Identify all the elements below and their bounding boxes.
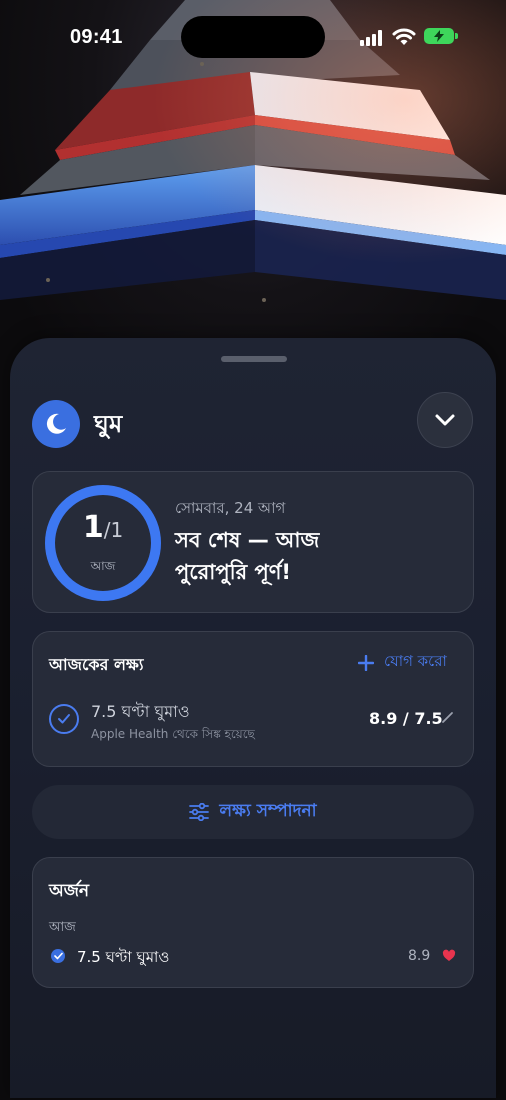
plus-icon xyxy=(358,654,374,671)
goals-title: আজকের লক্ষ্য xyxy=(49,655,144,674)
dynamic-island xyxy=(181,16,325,58)
add-goal-label: যোগ করো xyxy=(384,652,447,670)
star xyxy=(262,298,266,302)
battery-cap xyxy=(455,33,458,39)
progress-count: 1/1 xyxy=(82,510,124,545)
signal-icon xyxy=(360,30,384,46)
achievements-section-label: আজ xyxy=(49,920,76,935)
edit-goals-label: লক্ষ্য সম্পাদনা xyxy=(219,801,317,821)
check-circle-icon xyxy=(51,949,65,963)
collapse-button[interactable] xyxy=(417,392,473,448)
progress-date: সোমবার, 24 আগ xyxy=(175,499,286,517)
sheet-grabber[interactable] xyxy=(221,356,287,362)
pencil-icon[interactable] xyxy=(441,710,455,724)
battery-icon xyxy=(424,28,454,44)
bottom-sheet: ঘুম 1/1 আজ সোমবার, 24 আগ সব শেষ — আজ পুর… xyxy=(10,338,496,1098)
goal-source: Apple Health থেকে সিঙ্ক হয়েছে xyxy=(91,727,255,741)
achievement-value: 8.9 xyxy=(408,948,431,964)
sliders-icon xyxy=(189,803,210,821)
achievements-card: অর্জন আজ 7.5 ঘণ্টা ঘুমাও 8.9 xyxy=(32,857,474,988)
achievements-title: অর্জন xyxy=(49,881,90,901)
progress-period: আজ xyxy=(90,559,116,573)
wifi-icon xyxy=(392,28,416,45)
edit-goals-button[interactable]: লক্ষ্য সম্পাদনা xyxy=(32,785,474,839)
add-goal-button[interactable]: যোগ করো xyxy=(358,650,447,675)
progress-card: 1/1 আজ সোমবার, 24 আগ সব শেষ — আজ পুরোপুর… xyxy=(32,471,474,613)
status-time: 09:41 xyxy=(70,26,123,48)
goal-progress: 8.9 / 7.5 xyxy=(369,709,443,728)
heart-icon[interactable] xyxy=(442,949,456,962)
achievement-name: 7.5 ঘণ্টা ঘুমাও xyxy=(77,948,170,966)
star xyxy=(200,62,204,66)
star xyxy=(46,278,50,282)
goals-card: আজকের লক্ষ্য যোগ করো 7.5 ঘণ্টা ঘুমাও App… xyxy=(32,631,474,767)
chevron-down-icon xyxy=(435,414,455,426)
goal-check-icon[interactable] xyxy=(49,704,79,734)
moon-icon xyxy=(32,400,80,448)
progress-message: সব শেষ — আজ পুরোপুরি পূর্ণ! xyxy=(175,528,320,584)
goal-name: 7.5 ঘণ্টা ঘুমাও xyxy=(91,702,190,721)
category-title: ঘুম xyxy=(94,410,123,438)
